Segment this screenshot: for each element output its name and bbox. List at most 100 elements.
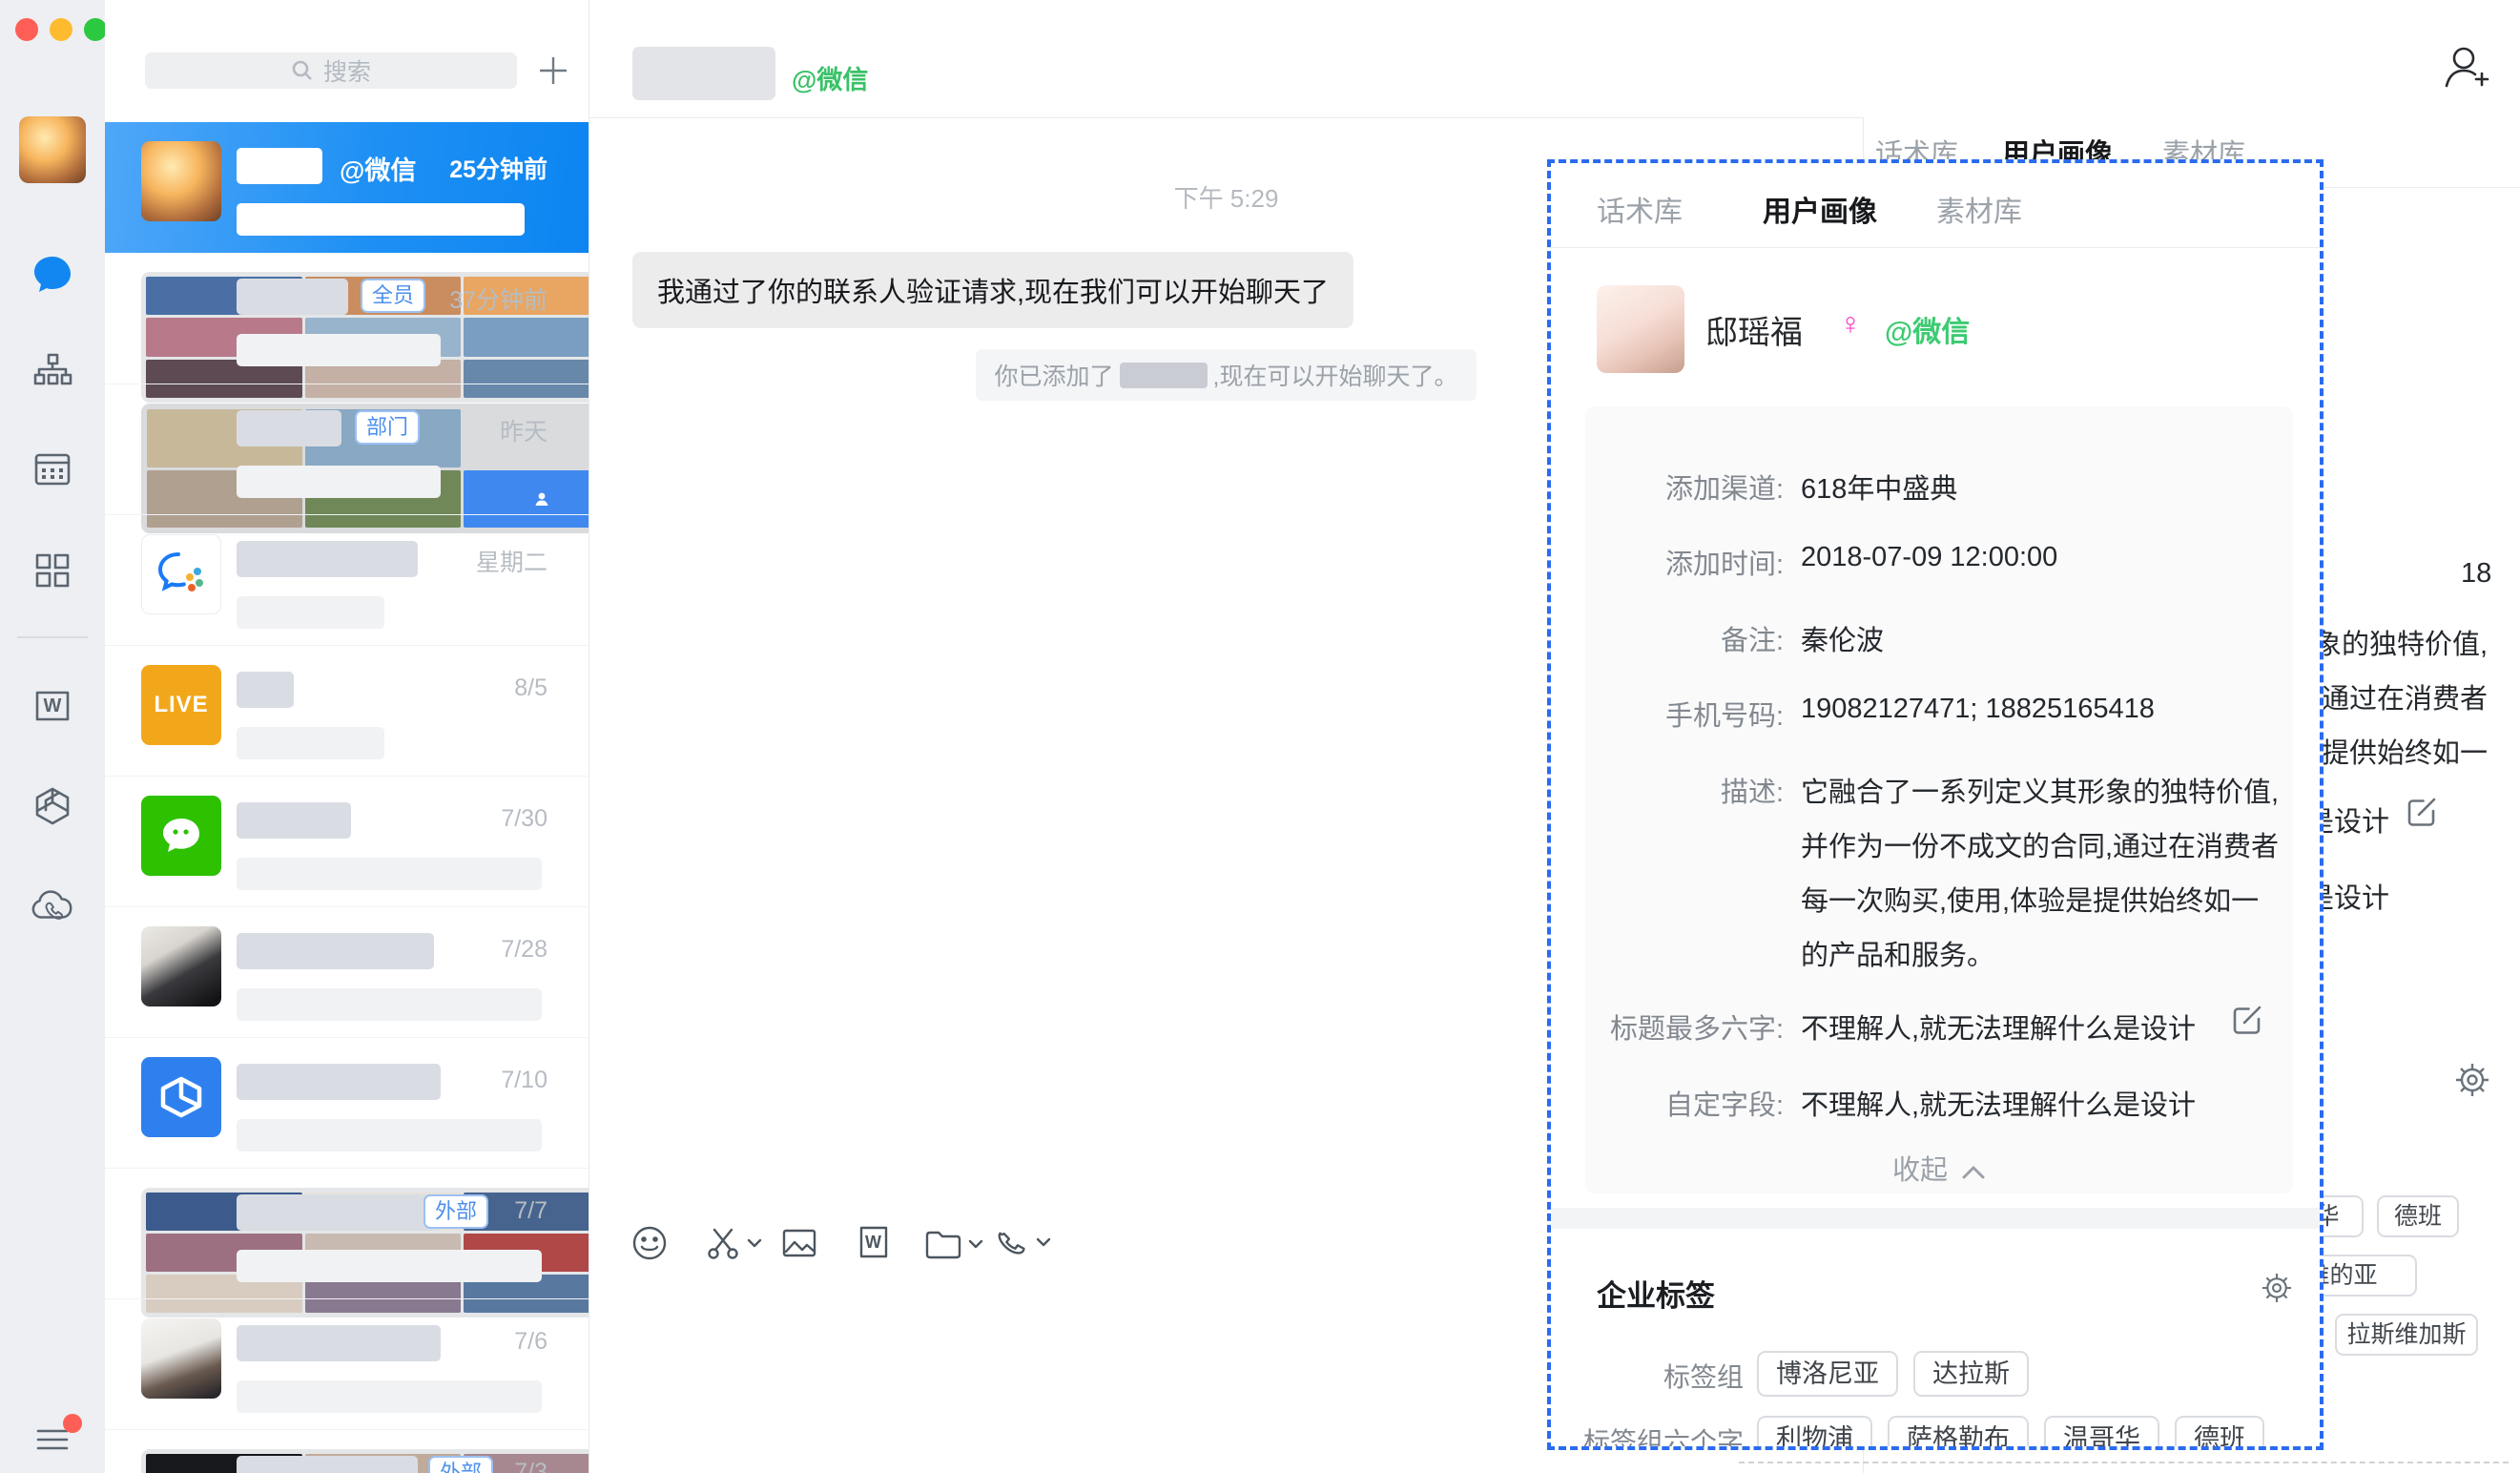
phone-fragment: 18 — [2461, 558, 2491, 590]
folder-button[interactable] — [922, 1223, 984, 1265]
dashed-divider — [1739, 1462, 2509, 1463]
tag-chip[interactable]: 博洛尼亚 — [1757, 1351, 1898, 1397]
field-label: 添加渠道: — [1551, 467, 1784, 507]
system-message-suffix: ,现在可以开始聊天了。 — [1213, 358, 1458, 392]
gear-icon[interactable] — [2448, 1055, 2497, 1105]
field-label: 备注: — [1551, 618, 1784, 658]
tag-chip[interactable]: 德班 — [2175, 1416, 2264, 1450]
redacted-name — [237, 1194, 441, 1231]
field-value: 不理解人,就无法理解什么是设计 — [1801, 1006, 2196, 1047]
workbench-grid-icon[interactable] — [30, 548, 75, 593]
tag-chip-bg[interactable]: 德班 — [2377, 1195, 2459, 1237]
chevron-up-icon — [1961, 1164, 1986, 1181]
gear-icon[interactable] — [2255, 1266, 2299, 1310]
cloud-call-icon[interactable] — [30, 884, 75, 930]
department-badge: 部门 — [355, 410, 420, 445]
cube-icon[interactable] — [30, 783, 75, 829]
w-glyph: W — [865, 1233, 881, 1253]
collapse-button[interactable]: 收起 — [1585, 1148, 2293, 1188]
field-label: 手机号码: — [1551, 694, 1784, 734]
redacted-name — [237, 1064, 441, 1100]
emoji-icon — [630, 1223, 670, 1263]
close-traffic-light[interactable] — [15, 18, 38, 41]
scissors-icon — [703, 1223, 743, 1263]
field-value: 秦伦波 — [1801, 618, 1884, 658]
edit-icon[interactable] — [2230, 1003, 2264, 1037]
chat-list-item[interactable]: 7/10 — [105, 1037, 589, 1168]
doc-button[interactable]: W — [855, 1223, 893, 1261]
phone-icon — [994, 1223, 1032, 1261]
contact-avatar — [141, 926, 221, 1006]
emoji-button[interactable] — [630, 1223, 670, 1263]
description-line: 的产品和服务。 — [1801, 933, 1994, 973]
call-button[interactable] — [994, 1223, 1052, 1261]
field-value: 19082127471; 18825165418 — [1801, 694, 2155, 725]
chat-title-handle: @微信 — [792, 59, 868, 96]
incoming-message-bubble: 我通过了你的联系人验证请求,现在我们可以开始聊天了 — [632, 252, 1353, 328]
chat-list-item[interactable]: 星期二 — [105, 514, 589, 645]
chats-nav-icon[interactable] — [30, 251, 75, 297]
chevron-down-icon — [1035, 1234, 1052, 1251]
person-icon — [533, 490, 550, 508]
tab-materials[interactable]: 素材库 — [1936, 188, 2022, 230]
tab-scripts[interactable]: 话术库 — [1597, 188, 1683, 230]
all-members-badge: 全员 — [361, 279, 425, 313]
search-input[interactable]: 搜索 — [145, 52, 517, 89]
collapse-label: 收起 — [1892, 1155, 1948, 1186]
minimize-traffic-light[interactable] — [50, 18, 72, 41]
tag-chip[interactable]: 萨格勒布 — [1888, 1416, 2029, 1450]
description-line: 并作为一份不成文的合同,通过在消费者 — [1801, 824, 2279, 864]
chat-list-item[interactable]: 部门 昨天 — [105, 384, 589, 514]
chat-list-item-selected[interactable]: @微信 25分钟前 — [105, 122, 589, 253]
chat-list-item[interactable]: LIVE 8/5 — [105, 645, 589, 776]
add-person-icon — [2438, 40, 2491, 93]
screenshot-button[interactable] — [703, 1223, 763, 1263]
tag-chip[interactable]: 温哥华 — [2044, 1416, 2159, 1450]
tab-underline — [1551, 247, 2324, 248]
timestamp: 25分钟前 — [449, 151, 547, 185]
field-label: 标题最多六字: — [1551, 1006, 1784, 1047]
field-value: 618年中盛典 — [1801, 467, 1957, 507]
tag-chip[interactable]: 利物浦 — [1757, 1416, 1872, 1450]
w-doc-icon[interactable]: W — [30, 683, 75, 729]
redacted-name — [237, 279, 348, 315]
redacted-name — [237, 541, 418, 577]
external-badge: 外部 — [423, 1194, 488, 1229]
new-chat-button[interactable] — [532, 50, 574, 92]
female-icon: ♀ — [1839, 306, 1862, 342]
chat-list-item[interactable]: 7/30 — [105, 776, 589, 906]
zoom-traffic-light[interactable] — [84, 18, 107, 41]
chevron-down-icon — [746, 1234, 763, 1252]
timestamp: 7/3 — [514, 1459, 547, 1473]
contacts-org-icon[interactable] — [30, 349, 75, 395]
add-contact-button[interactable] — [2438, 40, 2491, 93]
profile-handle: @微信 — [1885, 308, 1970, 350]
chat-list-item[interactable]: 全员 37分钟前 — [105, 253, 589, 384]
chat-list-item[interactable]: 7/6 — [105, 1298, 589, 1429]
tab-user-portrait[interactable]: 用户画像 — [1763, 188, 1877, 230]
redacted-name — [237, 933, 434, 969]
live-avatar: LIVE — [141, 665, 221, 745]
timestamp: 8/5 — [514, 674, 547, 702]
tag-chip-bg[interactable]: 拉斯维加斯 — [2335, 1314, 2478, 1356]
image-icon — [779, 1223, 819, 1263]
timestamp: 7/6 — [514, 1328, 547, 1356]
calendar-icon[interactable] — [30, 446, 75, 492]
user-avatar[interactable] — [19, 116, 86, 183]
redacted-inline-name — [1120, 363, 1208, 388]
redacted-chat-title — [632, 47, 775, 100]
user-portrait-panel: 话术库 用户画像 素材库 邸瑶福 ♀ @微信 添加渠道: 618年中盛典 添加时… — [1547, 159, 2324, 1450]
tags-section-title: 企业标签 — [1597, 1272, 1715, 1315]
tag-chip[interactable]: 达拉斯 — [1913, 1351, 2029, 1397]
timestamp: 37分钟前 — [449, 281, 547, 316]
chat-list-item[interactable]: 7/28 — [105, 906, 589, 1037]
chat-list-item[interactable]: 外部 7/7 — [105, 1168, 589, 1298]
edit-icon[interactable] — [2405, 795, 2439, 829]
contact-avatar — [141, 141, 221, 221]
contact-avatar — [141, 1318, 221, 1399]
tag-group-label: 标签组六个字 — [1551, 1421, 1744, 1450]
chat-list-item[interactable]: 外部 7/3 — [105, 1429, 589, 1473]
image-button[interactable] — [779, 1223, 819, 1263]
redacted-name — [237, 410, 341, 446]
wechat-work-window: W 搜索 @微信 25分钟前 全员 — [0, 0, 2520, 1473]
